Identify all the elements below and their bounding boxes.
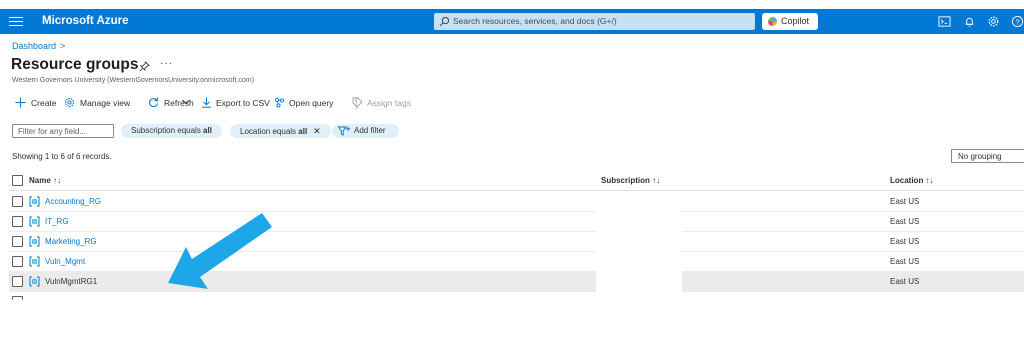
header-divider xyxy=(9,190,1024,191)
location-cell: East US xyxy=(890,217,920,226)
resource-group-link[interactable]: Vuln_Mgmt xyxy=(45,257,85,266)
resource-group-icon xyxy=(29,196,40,207)
annotation-arrow-icon xyxy=(168,213,272,289)
brand-title[interactable]: Microsoft Azure xyxy=(42,15,128,27)
grouping-select[interactable]: No grouping xyxy=(951,149,1024,163)
breadcrumb-separator: > xyxy=(60,41,66,51)
location-filter-label: Location equals xyxy=(240,127,299,136)
directory-subtitle: Western Governors University (WesternGov… xyxy=(12,77,254,84)
copilot-label: Copilot xyxy=(781,16,810,26)
hamburger-menu-icon[interactable] xyxy=(9,14,23,28)
search-icon xyxy=(439,17,449,27)
row-checkbox[interactable] xyxy=(12,276,23,287)
row-checkbox[interactable] xyxy=(12,196,23,207)
resource-group-link[interactable]: IT_RG xyxy=(45,217,69,226)
records-count-text: Showing 1 to 6 of 6 records. xyxy=(12,152,112,161)
location-cell: East US xyxy=(890,237,920,246)
plus-icon xyxy=(15,97,26,108)
help-icon[interactable]: ? xyxy=(1011,15,1024,28)
settings-gear-icon[interactable] xyxy=(987,15,1000,28)
location-filter-pill[interactable]: Location equals all ✕ xyxy=(230,124,331,138)
global-search-input[interactable]: Search resources, services, and docs (G+… xyxy=(434,13,755,30)
breadcrumb-dashboard-link[interactable]: Dashboard xyxy=(12,41,56,51)
add-filter-label: Add filter xyxy=(354,126,386,135)
location-filter-value: all xyxy=(298,127,308,136)
resource-group-icon xyxy=(29,236,40,247)
resource-group-link[interactable]: VulnMgmtRG1 xyxy=(45,277,97,286)
resource-group-icon xyxy=(29,216,40,227)
svg-text:?: ? xyxy=(1015,17,1019,26)
remove-filter-close-icon[interactable]: ✕ xyxy=(313,126,321,136)
tag-icon xyxy=(352,97,363,108)
open-query-label: Open query xyxy=(289,98,334,108)
location-cell: East US xyxy=(890,197,920,206)
filter-any-field-input[interactable]: Filter for any field... xyxy=(12,124,114,138)
page-title: Resource groups xyxy=(11,56,139,73)
manage-view-label: Manage view xyxy=(80,98,131,108)
table-row-hovered[interactable]: VulnMgmtRG1 East US xyxy=(9,272,1024,292)
resource-group-icon xyxy=(29,256,40,267)
notifications-bell-icon[interactable] xyxy=(963,15,976,28)
search-placeholder: Search resources, services, and docs (G+… xyxy=(453,16,617,26)
export-csv-label: Export to CSV xyxy=(216,98,270,108)
query-icon xyxy=(274,97,285,108)
download-icon xyxy=(202,97,211,108)
subscription-filter-value: all xyxy=(203,126,212,135)
copilot-logo-icon xyxy=(768,17,777,26)
create-label: Create xyxy=(31,98,57,108)
redacted-subscription-area xyxy=(596,192,682,292)
cloud-shell-icon[interactable] xyxy=(938,15,951,28)
assign-tags-label: Assign tags xyxy=(367,98,411,108)
row-checkbox[interactable] xyxy=(12,216,23,227)
table-row[interactable]: IT_RG East US xyxy=(9,212,1024,232)
refresh-icon xyxy=(149,97,158,108)
resource-group-icon xyxy=(29,276,40,287)
select-all-checkbox[interactable] xyxy=(12,175,23,186)
copilot-button[interactable]: Copilot xyxy=(762,13,818,30)
azure-top-bar: Microsoft Azure Search resources, servic… xyxy=(0,9,1024,34)
refresh-label: Refresh xyxy=(164,98,194,108)
more-options-button[interactable]: ··· xyxy=(160,58,173,69)
subscription-filter-pill[interactable]: Subscription equals all xyxy=(121,124,222,138)
table-row[interactable]: Vuln_Mgmt East US xyxy=(9,252,1024,272)
gear-icon xyxy=(64,97,75,108)
add-filter-button[interactable]: Add filter xyxy=(332,124,399,138)
subscription-filter-label: Subscription equals xyxy=(131,126,204,135)
location-cell: East US xyxy=(890,257,920,266)
table-row[interactable]: Marketing_RG East US xyxy=(9,232,1024,252)
resource-group-link[interactable]: Accounting_RG xyxy=(45,197,101,206)
row-checkbox[interactable] xyxy=(12,256,23,267)
table-row[interactable]: Accounting_RG East US xyxy=(9,192,1024,212)
add-filter-icon xyxy=(338,126,351,136)
location-cell: East US xyxy=(890,277,920,286)
blank-bottom-area xyxy=(0,300,1024,351)
row-checkbox[interactable] xyxy=(12,236,23,247)
breadcrumb: Dashboard > xyxy=(12,41,65,51)
resource-group-link[interactable]: Marketing_RG xyxy=(45,237,97,246)
pin-icon[interactable] xyxy=(139,61,150,72)
